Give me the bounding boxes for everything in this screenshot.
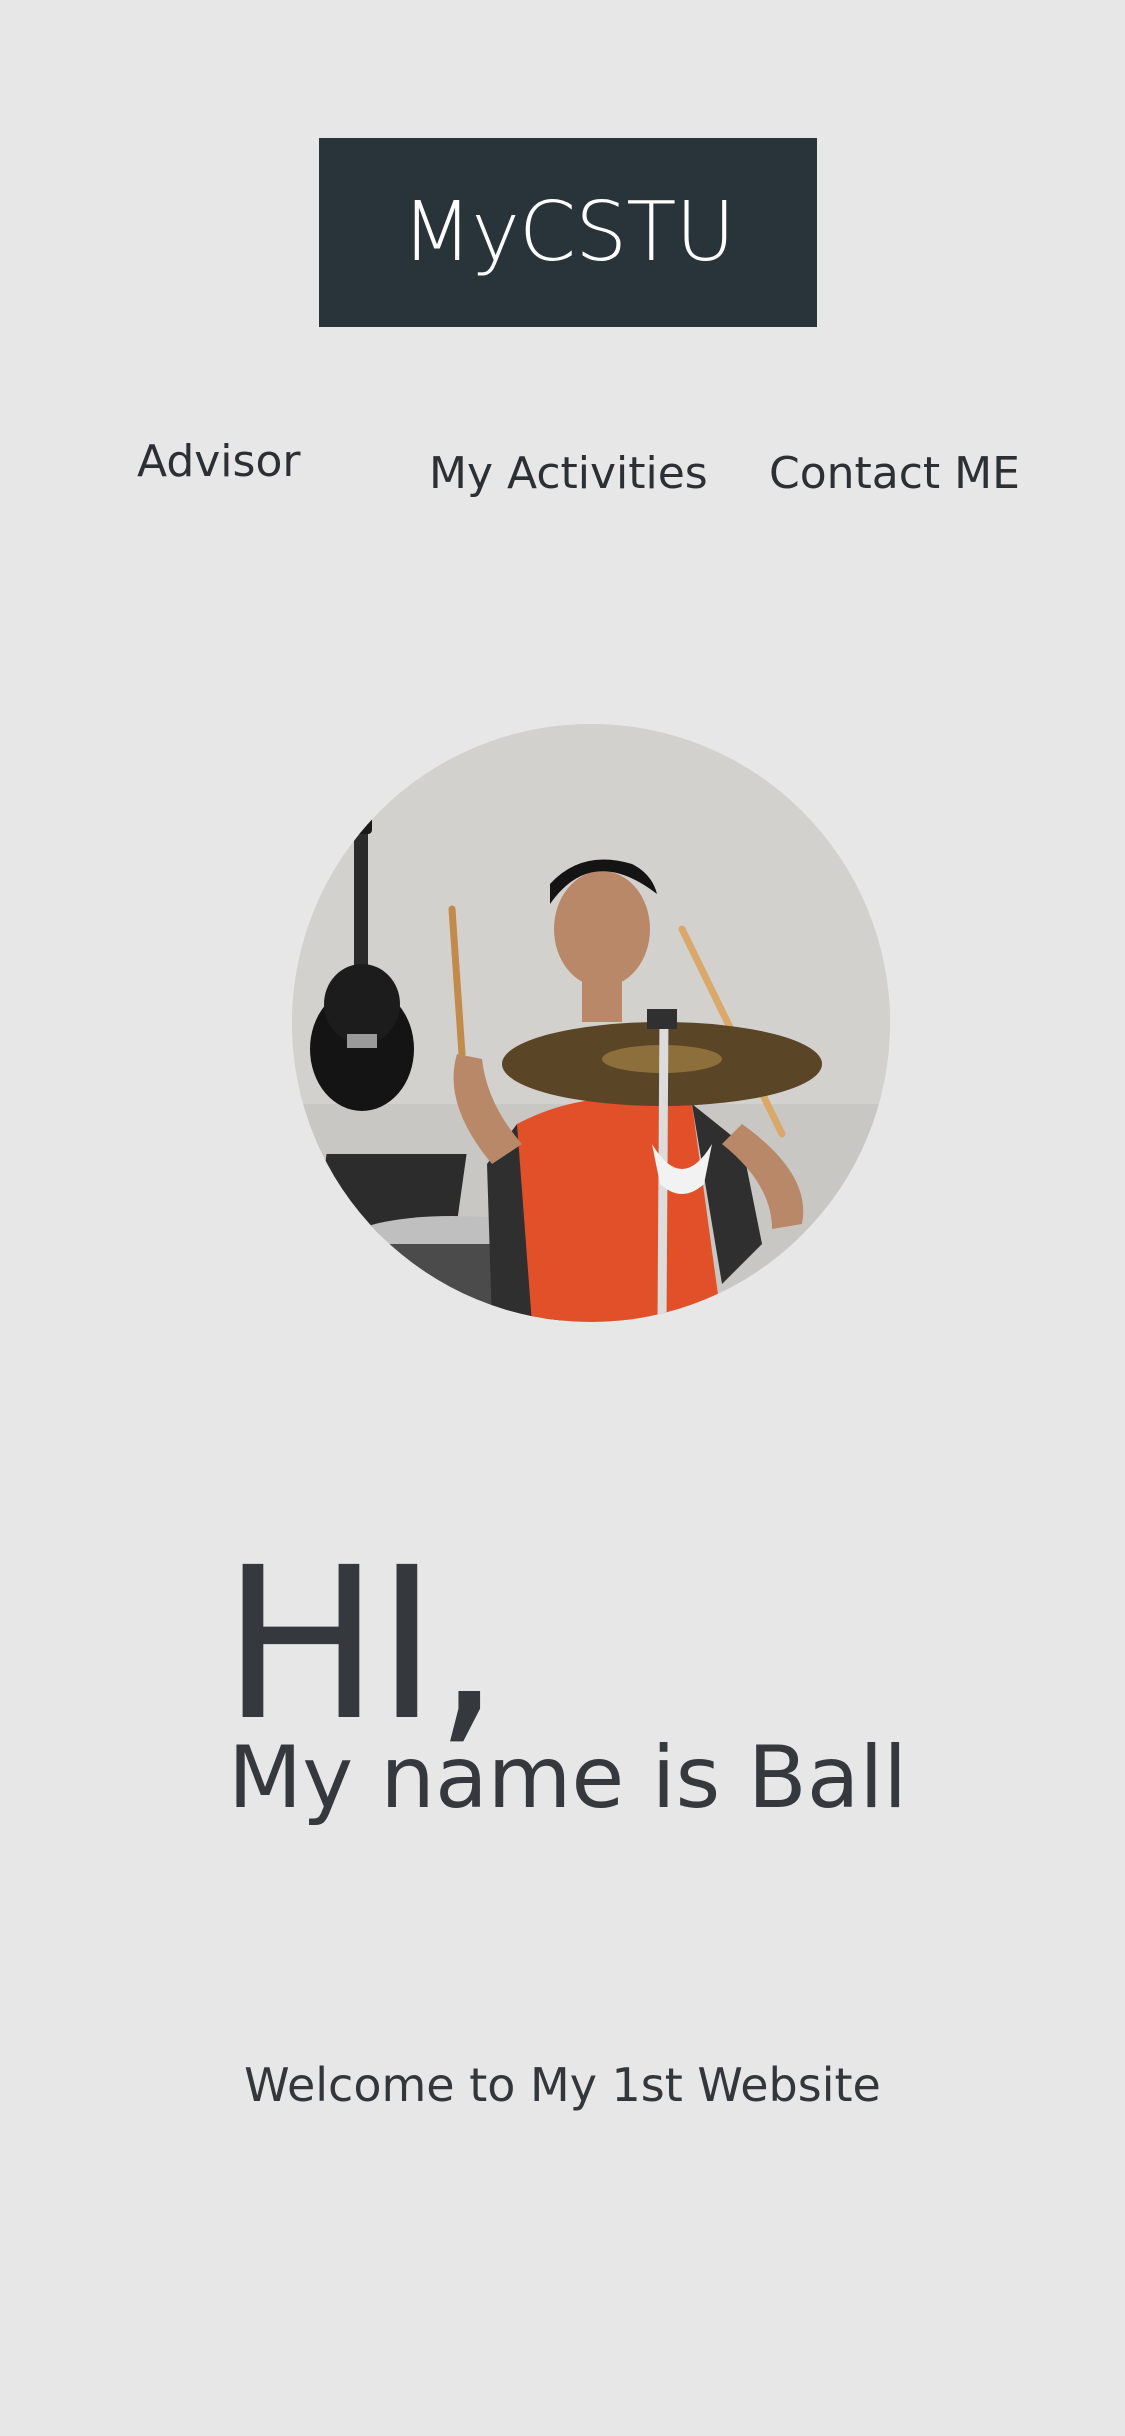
hero-greeting: HI,: [222, 1522, 501, 1767]
nav-link-my-activities[interactable]: My Activities: [429, 448, 708, 499]
drummer-photo-icon: [292, 724, 890, 1322]
nav-link-advisor[interactable]: Advisor: [137, 436, 300, 487]
profile-photo: [292, 724, 890, 1322]
page: MyCSTU Advisor My Activities Contact ME: [0, 0, 1125, 2436]
site-logo-text: MyCSTU: [401, 185, 736, 280]
hero-name-line: My name is Ball: [228, 1728, 908, 1828]
welcome-text: Welcome to My 1st Website: [244, 2058, 881, 2112]
site-logo[interactable]: MyCSTU: [319, 138, 817, 327]
nav-link-contact-me[interactable]: Contact ME: [769, 448, 1020, 499]
